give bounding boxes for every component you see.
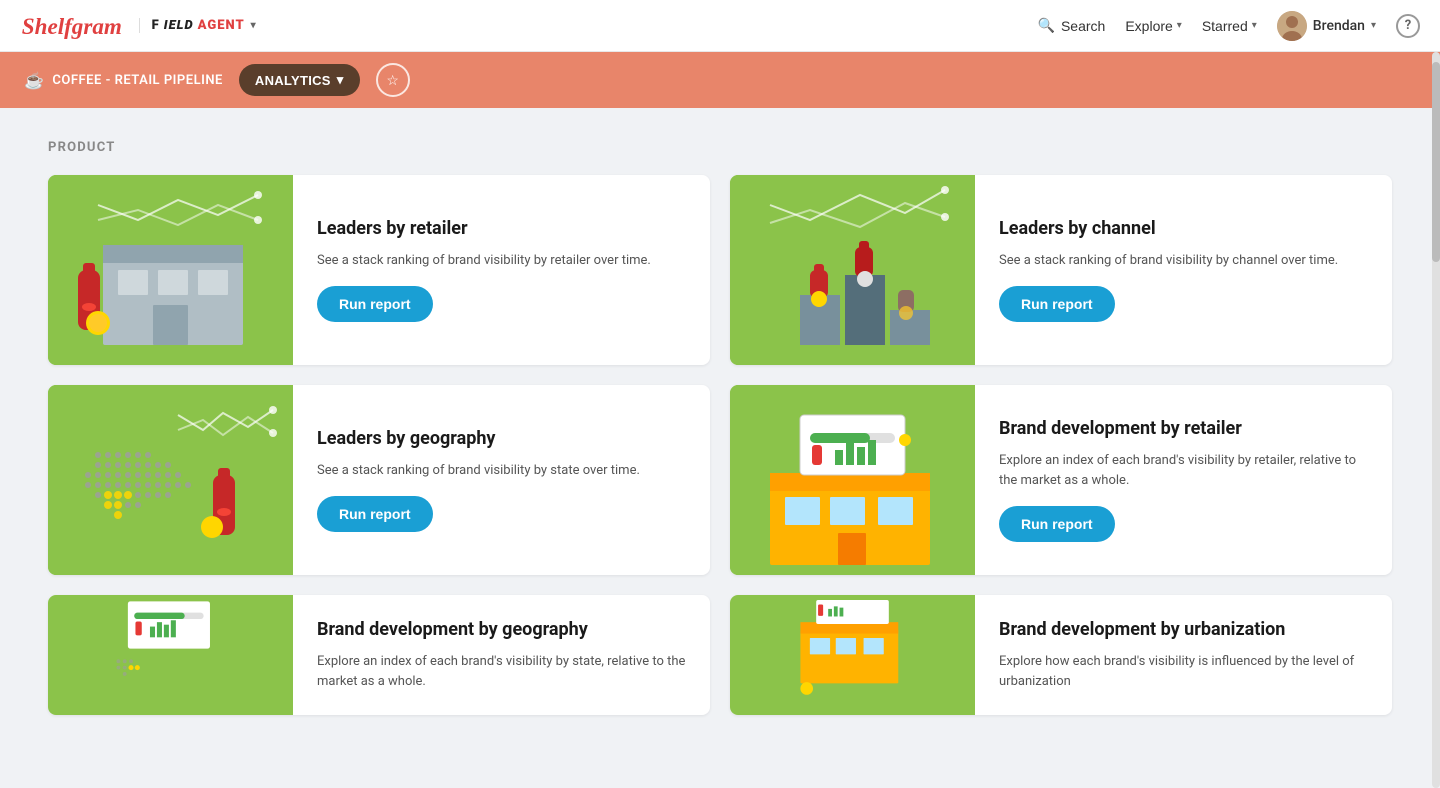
coffee-text: COFFEE - RETAIL PIPELINE xyxy=(52,73,222,88)
main-content: PRODUCT xyxy=(0,108,1440,788)
user-chevron-icon: ▾ xyxy=(1371,20,1376,31)
card-desc-retailers: See a stack ranking of brand visibility … xyxy=(317,251,686,271)
coffee-icon: ☕ xyxy=(24,71,44,90)
card-brand-dev-retailer: Brand development by retailer Explore an… xyxy=(730,385,1392,575)
card-image-brand-urbanization xyxy=(730,595,975,715)
star-button[interactable]: ☆ xyxy=(376,63,410,97)
section-title: PRODUCT xyxy=(48,140,1392,155)
card-image-brand-geography xyxy=(48,595,293,715)
analytics-chevron-icon: ▾ xyxy=(337,72,344,88)
card-content-brand-retailer: Brand development by retailer Explore an… xyxy=(975,385,1392,575)
card-brand-dev-urbanization: Brand development by urbanization Explor… xyxy=(730,595,1392,715)
star-icon: ☆ xyxy=(386,72,399,89)
card-content-brand-urbanization: Brand development by urbanization Explor… xyxy=(975,595,1392,715)
svg-text:Shelfgram: Shelfgram xyxy=(22,12,122,38)
run-report-button-brand-retailer[interactable]: Run report xyxy=(999,506,1115,542)
card-leaders-by-retailer: Leaders by retailer See a stack ranking … xyxy=(48,175,710,365)
card-desc-channel: See a stack ranking of brand visibility … xyxy=(999,251,1368,271)
scrollbar-thumb[interactable] xyxy=(1432,62,1440,262)
card-desc-brand-retailer: Explore an index of each brand's visibil… xyxy=(999,451,1368,490)
help-button[interactable]: ? xyxy=(1396,14,1420,38)
user-avatar xyxy=(1277,11,1307,41)
card-content-brand-geography: Brand development by geography Explore a… xyxy=(293,595,710,715)
subheader: ☕ COFFEE - RETAIL PIPELINE ANALYTICS ▾ ☆ xyxy=(0,52,1440,108)
run-report-button-channel[interactable]: Run report xyxy=(999,286,1115,322)
scrollbar[interactable] xyxy=(1432,52,1440,788)
explore-button[interactable]: Explore ▾ xyxy=(1125,18,1182,34)
explore-label: Explore xyxy=(1125,18,1172,34)
analytics-button[interactable]: ANALYTICS ▾ xyxy=(239,64,360,96)
starred-chevron-icon: ▾ xyxy=(1252,20,1257,31)
analytics-label: ANALYTICS xyxy=(255,73,331,88)
card-image-geography xyxy=(48,385,293,575)
starred-button[interactable]: Starred ▾ xyxy=(1202,18,1257,34)
card-title-brand-geography: Brand development by geography xyxy=(317,619,686,640)
card-title-geography: Leaders by geography xyxy=(317,428,686,449)
header-right: 🔍 Search Explore ▾ Starred ▾ Brendan ▾ ? xyxy=(1038,11,1420,41)
starred-label: Starred xyxy=(1202,18,1248,34)
card-leaders-by-channel: Leaders by channel See a stack ranking o… xyxy=(730,175,1392,365)
card-content-geography: Leaders by geography See a stack ranking… xyxy=(293,385,710,575)
card-image-brand-retailer xyxy=(730,385,975,575)
card-image-retailer xyxy=(48,175,293,365)
user-menu[interactable]: Brendan ▾ xyxy=(1277,11,1376,41)
card-title-brand-retailer: Brand development by retailer xyxy=(999,418,1368,439)
card-brand-dev-geography: Brand development by geography Explore a… xyxy=(48,595,710,715)
card-title-brand-urbanization: Brand development by urbanization xyxy=(999,619,1368,640)
card-content-channel: Leaders by channel See a stack ranking o… xyxy=(975,175,1392,365)
pipeline-label: ☕ COFFEE - RETAIL PIPELINE xyxy=(24,71,223,90)
run-report-button-retailers[interactable]: Run report xyxy=(317,286,433,322)
search-icon: 🔍 xyxy=(1038,17,1055,34)
fieldagent-logo[interactable]: F IELD AGENT ▾ xyxy=(139,18,257,33)
card-content-retailer: Leaders by retailer See a stack ranking … xyxy=(293,175,710,365)
user-name: Brendan xyxy=(1313,18,1365,34)
card-desc-geography: See a stack ranking of brand visibility … xyxy=(317,461,686,481)
header-left: Shelfgram F IELD AGENT ▾ xyxy=(20,10,1038,42)
card-desc-brand-geography: Explore an index of each brand's visibil… xyxy=(317,652,686,691)
cards-grid: Leaders by retailer See a stack ranking … xyxy=(48,175,1392,715)
header: Shelfgram F IELD AGENT ▾ 🔍 Search Explor… xyxy=(0,0,1440,52)
card-title-retailers: Leaders by retailer xyxy=(317,218,686,239)
search-label: Search xyxy=(1061,18,1105,34)
run-report-button-geography[interactable]: Run report xyxy=(317,496,433,532)
search-button[interactable]: 🔍 Search xyxy=(1038,17,1106,34)
card-title-channel: Leaders by channel xyxy=(999,218,1368,239)
shelfgram-logo[interactable]: Shelfgram xyxy=(20,10,127,42)
card-desc-brand-urbanization: Explore how each brand's visibility is i… xyxy=(999,652,1368,691)
card-image-channel xyxy=(730,175,975,365)
explore-chevron-icon: ▾ xyxy=(1177,20,1182,31)
card-leaders-by-geography: Leaders by geography See a stack ranking… xyxy=(48,385,710,575)
